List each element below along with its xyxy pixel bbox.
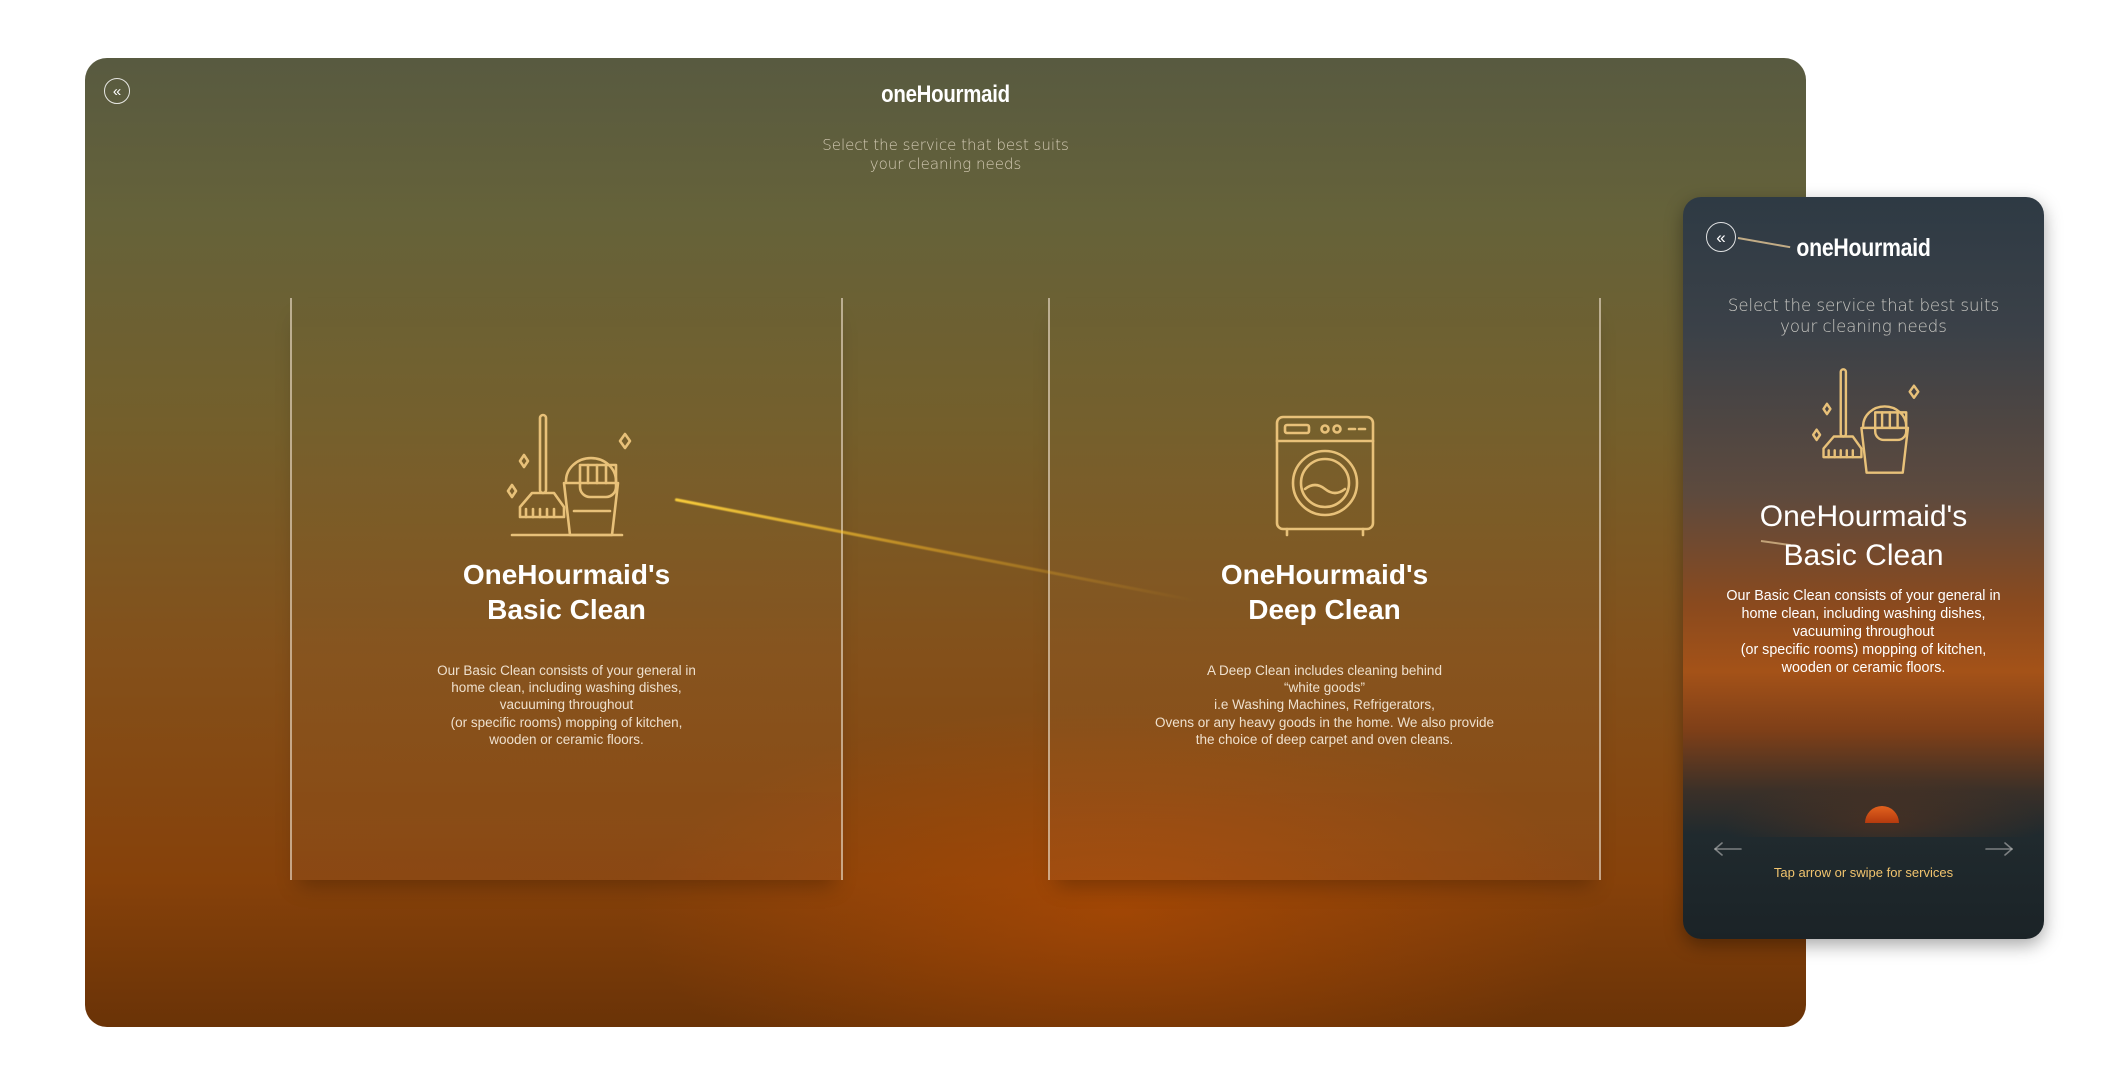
swipe-hint: Tap arrow or swipe for services <box>1773 865 1954 880</box>
broom-bucket-icon <box>1808 360 1920 487</box>
next-service-button[interactable] <box>1984 842 2014 856</box>
description-line: i.e Washing Machines, Refrigerators, <box>1214 697 1435 713</box>
card-title: OneHourmaid's Deep Clean <box>1050 557 1599 627</box>
card-title-line: Basic Clean <box>487 594 646 625</box>
card-title-line: Basic Clean <box>1783 539 1944 572</box>
description-line: Ovens or any heavy goods in the home. We… <box>1155 714 1494 730</box>
mobile-view: « oneHourmaid Select the service that be… <box>1683 197 2044 939</box>
card-title-line: OneHourmaid's <box>462 559 671 590</box>
service-card-basic-clean[interactable]: OneHourmaid's Basic Clean Our Basic Clea… <box>290 298 843 880</box>
description-line: the choice of deep carpet and oven clean… <box>1195 731 1454 747</box>
arrow-right-icon <box>1985 842 2013 856</box>
description-line: A Deep Clean includes cleaning behind <box>1207 663 1442 678</box>
card-title-line: Deep Clean <box>1248 594 1401 625</box>
subtitle-line: Select the service that best suits <box>822 136 1069 154</box>
description-line: home clean, including washing dishes, <box>1741 606 1986 622</box>
brand-logo: oneHourmaid <box>1796 234 1931 262</box>
description-line: Our Basic Clean consists of your general… <box>437 663 696 678</box>
washing-machine-icon <box>1273 413 1377 542</box>
description-line: “white goods” <box>1283 680 1366 696</box>
broom-bucket-icon <box>502 413 632 542</box>
double-chevron-left-icon: « <box>112 82 122 100</box>
back-button[interactable]: « <box>104 78 130 104</box>
subtitle-line: your cleaning needs <box>869 155 1022 173</box>
card-title-line: OneHourmaid's <box>1759 500 1968 533</box>
description-line: wooden or ceramic floors. <box>489 731 644 747</box>
description-line: vacuuming throughout <box>1792 624 1935 640</box>
desktop-view: « oneHourmaid Select the service that be… <box>85 58 1806 1027</box>
arrow-left-icon <box>1714 842 1742 856</box>
description-line: (or specific rooms) mopping of kitchen, <box>450 714 683 730</box>
page-subtitle: Select the service that best suits your … <box>1683 295 2044 337</box>
description-line: (or specific rooms) mopping of kitchen, <box>1740 642 1987 658</box>
description-line: vacuuming throughout <box>499 697 634 713</box>
card-description: Our Basic Clean consists of your general… <box>292 662 841 748</box>
card-title: OneHourmaid's Basic Clean <box>292 557 841 627</box>
description-line: wooden or ceramic floors. <box>1781 660 1946 676</box>
card-title: OneHourmaid's Basic Clean <box>1683 497 2044 575</box>
card-description: Our Basic Clean consists of your general… <box>1683 587 2044 677</box>
brand-logo: oneHourmaid <box>881 81 1010 108</box>
page-subtitle: Select the service that best suits your … <box>85 136 1806 174</box>
description-line: home clean, including washing dishes, <box>451 680 682 696</box>
card-description: A Deep Clean includes cleaning behind “w… <box>1050 662 1599 748</box>
description-line: Our Basic Clean consists of your general… <box>1726 588 2001 604</box>
subtitle-line: Select the service that best suits <box>1727 296 2000 315</box>
subtitle-line: your cleaning needs <box>1780 317 1947 336</box>
prev-service-button[interactable] <box>1713 842 1743 856</box>
